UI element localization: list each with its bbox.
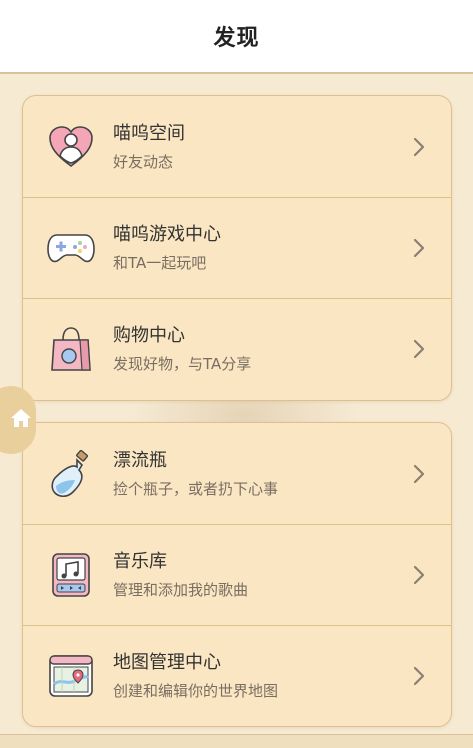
- map-icon: [47, 652, 95, 700]
- chevron-right-icon: [407, 236, 431, 260]
- menu-item-meow-space[interactable]: 喵呜空间 好友动态: [23, 96, 451, 197]
- floating-home-button[interactable]: [0, 386, 36, 454]
- shopping-bag-icon: [47, 325, 95, 373]
- menu-item-subtitle: 好友动态: [113, 152, 174, 171]
- top-bar: 发现: [0, 0, 473, 74]
- menu-item-title: 音乐库: [113, 551, 167, 572]
- menu-item-subtitle: 创建和编辑你的世界地图: [113, 682, 279, 700]
- chevron-right-icon: [407, 135, 431, 159]
- heart-user-icon: [47, 123, 95, 171]
- menu-item-title: 喵呜空间: [113, 122, 185, 144]
- chevron-right-icon: [407, 563, 431, 587]
- discover-group-tools: 漂流瓶 捡个瓶子，或者扔下心事 音乐库 管理和添加我的歌曲 地图管理中心 创建和…: [22, 422, 452, 727]
- menu-item-subtitle: 发现好物，与TA分享: [113, 355, 252, 373]
- menu-item-subtitle: 管理和添加我的歌曲: [113, 581, 249, 599]
- menu-item-music-library[interactable]: 音乐库 管理和添加我的歌曲: [23, 524, 451, 625]
- menu-item-title: 地图管理中心: [113, 652, 221, 673]
- menu-item-subtitle: 捡个瓶子，或者扔下心事: [113, 479, 279, 498]
- menu-item-title: 购物中心: [113, 325, 185, 346]
- bottom-edge: [0, 734, 473, 748]
- menu-item-shopping-center[interactable]: 购物中心 发现好物，与TA分享: [23, 298, 451, 399]
- home-icon: [10, 408, 32, 432]
- discover-group-social: 喵呜空间 好友动态 喵呜游戏中心 和TA一起玩吧 购物中心 发现好物，与TA分享: [22, 95, 452, 401]
- gamepad-icon: [47, 224, 95, 272]
- menu-item-drift-bottle[interactable]: 漂流瓶 捡个瓶子，或者扔下心事: [23, 423, 451, 524]
- chevron-right-icon: [407, 664, 431, 688]
- chevron-right-icon: [407, 337, 431, 361]
- menu-item-subtitle: 和TA一起玩吧: [113, 254, 207, 272]
- menu-item-title: 喵呜游戏中心: [113, 224, 221, 245]
- chevron-right-icon: [407, 462, 431, 486]
- bottle-icon: [47, 449, 95, 498]
- menu-item-title: 漂流瓶: [113, 449, 167, 471]
- music-player-icon: [47, 551, 95, 599]
- menu-item-game-center[interactable]: 喵呜游戏中心 和TA一起玩吧: [23, 197, 451, 298]
- page-title: 发现: [213, 26, 260, 51]
- menu-item-map-center[interactable]: 地图管理中心 创建和编辑你的世界地图: [23, 625, 451, 726]
